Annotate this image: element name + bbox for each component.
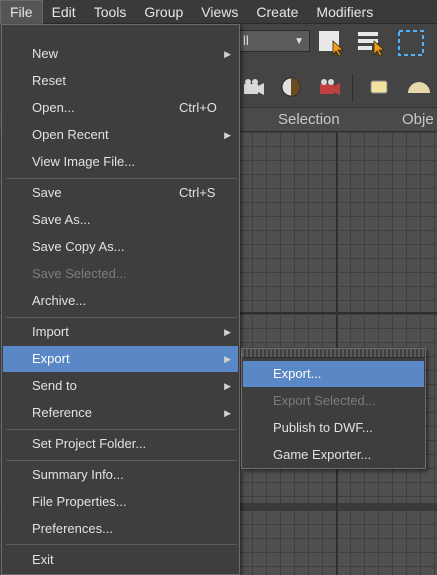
menu-item-label: View Image File... [32,154,136,169]
selection-filter-value: ll [243,33,249,48]
menu-bar: File Edit Tools Group Views Create Modif… [0,0,437,24]
menu-item-label: Open... [32,100,75,115]
menu-separator [6,178,237,179]
submenu-item-export-selected: Export Selected... [273,393,376,408]
menu-item-shortcut: Ctrl+O [179,100,217,115]
menu-group[interactable]: Group [135,0,192,24]
rectangular-selection-icon[interactable] [396,28,426,58]
submenu-arrow-icon: ▶ [224,381,231,391]
tab-selection[interactable]: Selection [278,111,340,128]
menu-item-label: Import [32,324,69,339]
menu-item-save-copy-as[interactable]: Save Copy As... [3,234,238,260]
menu-item-save[interactable]: Save Ctrl+S [3,180,238,206]
select-by-name-icon[interactable] [356,28,386,58]
menu-item-label: File Properties... [32,494,127,509]
menu-item-send-to[interactable]: Send to ▶ [3,373,238,399]
menu-item-view-image-file[interactable]: View Image File... [3,149,238,175]
menu-item-summary-info[interactable]: Summary Info... [3,462,238,488]
menu-item-open-recent[interactable]: Open Recent ▶ [3,122,238,148]
menu-item-reset[interactable]: Reset [3,68,238,94]
selection-filter-dropdown[interactable]: ll ▼ [236,30,310,52]
menu-modifiers[interactable]: Modifiers [307,0,382,24]
menu-item-label: Preferences... [32,521,113,536]
menu-item-label: Save Selected... [32,266,127,281]
menu-item-preferences[interactable]: Preferences... [3,516,238,542]
menu-separator [6,317,237,318]
menu-views[interactable]: Views [192,0,247,24]
menu-item-file-properties[interactable]: File Properties... [3,489,238,515]
menu-item-shortcut: Ctrl+S [179,185,216,200]
menu-item-archive[interactable]: Archive... [3,288,238,314]
menu-separator [6,429,237,430]
menu-item-new[interactable]: New ▶ [3,41,238,67]
menu-separator [6,460,237,461]
menu-item-save-as[interactable]: Save As... [3,207,238,233]
submenu-item-game-exporter[interactable]: Game Exporter... [243,442,424,468]
menu-item-reference[interactable]: Reference ▶ [3,400,238,426]
menu-item-set-project-folder[interactable]: Set Project Folder... [3,431,238,457]
menu-item-label: Send to [32,378,77,393]
submenu-arrow-icon: ▶ [224,49,231,59]
menu-item-label: Reset [32,73,66,88]
tab-object[interactable]: Obje [402,111,434,128]
submenu-arrow-icon: ▶ [224,327,231,337]
submenu-tearoff-handle[interactable] [242,349,425,358]
dome-light-icon[interactable] [404,72,434,102]
toolbar-divider [352,74,353,102]
submenu-item-publish-to-dwf[interactable]: Publish to DWF... [243,415,424,441]
menu-item-open[interactable]: Open... Ctrl+O [3,95,238,121]
menu-item-label: Set Project Folder... [32,436,147,451]
menu-item-label: Save As... [32,212,91,227]
select-object-icon[interactable] [316,28,346,58]
menu-separator [6,544,237,545]
export-submenu: Export... Export Selected... Publish to … [241,348,426,469]
menu-item-label: Save [32,185,62,200]
material-slot-icon[interactable] [364,72,394,102]
menu-item-label: Save Copy As... [32,239,125,254]
submenu-item-export[interactable]: Export... [243,361,424,387]
menu-file[interactable]: File [0,0,43,24]
menu-edit[interactable]: Edit [43,0,85,24]
menu-item-export[interactable]: Export ▶ [3,346,238,372]
file-menu: New ▶ Reset Open... Ctrl+O Open Recent ▶… [1,24,240,575]
menu-tools[interactable]: Tools [85,0,136,24]
menu-item-import[interactable]: Import ▶ [3,319,238,345]
render-setup-icon[interactable] [276,72,306,102]
menu-item-exit[interactable]: Exit [3,547,238,573]
chevron-down-icon: ▼ [294,36,304,47]
menu-create[interactable]: Create [247,0,307,24]
submenu-arrow-icon: ▶ [224,130,231,140]
menu-item-label: Exit [32,552,54,567]
menu-item-save-selected: Save Selected... [3,261,238,287]
camera-icon[interactable] [238,72,268,102]
menu-item-label: New [32,46,59,61]
menu-item-label: Reference [32,405,92,420]
menu-item-label: Summary Info... [32,467,124,482]
submenu-arrow-icon: ▶ [224,354,231,364]
menu-item-label: Open Recent [32,127,109,142]
menu-item-label: Archive... [32,293,87,308]
submenu-arrow-icon: ▶ [224,408,231,418]
menu-item-label: Export [32,351,70,366]
render-frame-icon[interactable] [314,72,344,102]
